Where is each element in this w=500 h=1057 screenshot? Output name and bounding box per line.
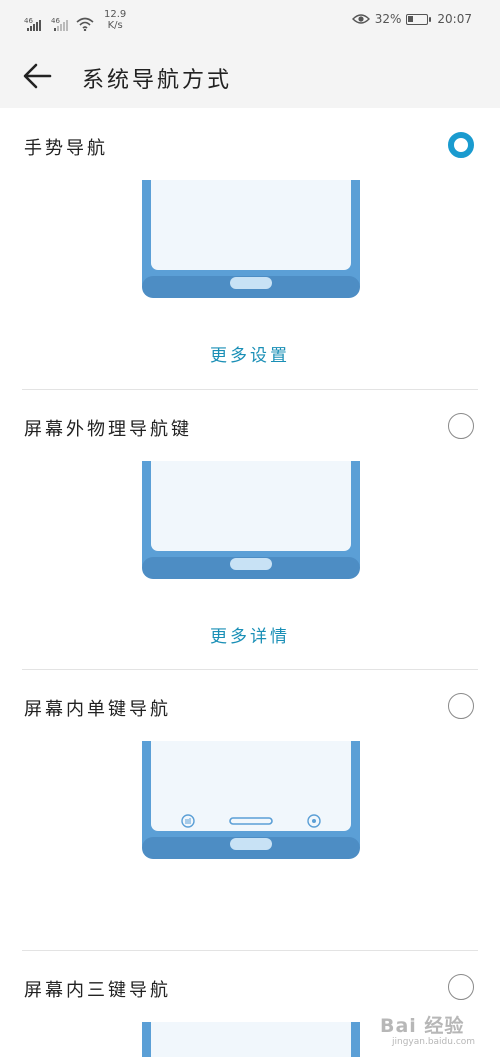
network-speed-unit: K/s [107,20,123,31]
watermark-url: jingyan.baidu.com [392,1037,476,1047]
options-list: 手势导航 更多设置 屏幕外物理导航键 更多详情 屏幕内单键导航 屏幕内三键导航 [0,108,500,1057]
sim1-network-tag: 46 [24,17,33,25]
status-bar: 46 46 12.9 K/s 32% 20:07 [0,0,500,44]
network-speed: 12.9 K/s [104,9,126,31]
battery-percent: 32% [374,12,402,26]
sim2-network-tag: 46 [51,17,60,25]
gesture-navigation-illustration [142,180,360,298]
more-settings-link[interactable]: 更多设置 [0,341,500,366]
status-left: 46 46 12.9 K/s [24,9,126,31]
option-label: 屏幕内单键导航 [24,699,171,720]
option-gesture-navigation[interactable]: 手势导航 更多设置 [0,108,500,389]
baidu-jingyan-watermark: Bai 经验 jingyan.baidu.com [380,1003,498,1053]
network-speed-value: 12.9 [104,9,127,20]
option-label: 屏幕内三键导航 [24,980,171,1001]
wifi-icon [76,17,94,31]
battery-level-fill [408,15,414,22]
signal-icon-sim2: 46 [51,17,68,31]
app-bar: 系统导航方式 [0,44,500,108]
option-single-key-navigation[interactable]: 屏幕内单键导航 [0,669,500,950]
more-details-link[interactable]: 更多详情 [0,622,500,647]
watermark-text: Bai 经验 [380,1015,465,1037]
radio-button-selected[interactable] [448,132,474,158]
physical-key-illustration [142,461,360,579]
status-right: 32% 20:07 [351,12,472,26]
single-key-illustration [142,741,360,859]
option-label: 手势导航 [24,138,108,159]
option-label: 屏幕外物理导航键 [24,419,192,440]
option-physical-navigation-key[interactable]: 屏幕外物理导航键 更多详情 [0,389,500,669]
radio-button[interactable] [448,413,474,439]
signal-icon-sim1: 46 [24,17,41,31]
page-title: 系统导航方式 [82,68,233,93]
radio-button[interactable] [448,693,474,719]
radio-button[interactable] [448,974,474,1000]
status-time: 20:07 [437,12,472,26]
arrow-left-icon[interactable] [22,61,54,91]
eye-comfort-icon [351,14,370,24]
three-key-illustration [142,1022,360,1057]
battery-icon [406,13,432,25]
